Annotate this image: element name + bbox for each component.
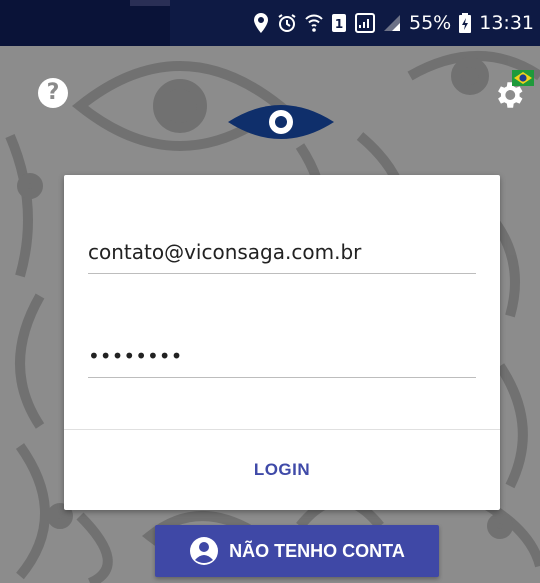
alarm-icon	[278, 14, 296, 32]
help-button[interactable]: ?	[38, 78, 68, 108]
battery-charging-icon	[459, 13, 472, 33]
no-account-button[interactable]: NÃO TENHO CONTA	[155, 525, 439, 577]
svg-text:1: 1	[335, 17, 343, 31]
no-account-label: NÃO TENHO CONTA	[229, 540, 405, 561]
password-field[interactable]	[88, 335, 476, 377]
status-bar-left	[0, 0, 170, 46]
status-bar: 1 55% 13:31	[0, 0, 540, 46]
email-field-container	[88, 231, 476, 274]
wifi-icon	[305, 14, 323, 32]
help-icon: ?	[46, 80, 60, 105]
signal-strength-icon	[384, 15, 400, 31]
sim-icon: 1	[332, 14, 346, 32]
clock: 13:31	[479, 12, 534, 34]
login-button[interactable]: LOGIN	[64, 430, 500, 510]
battery-percent: 55%	[409, 12, 452, 34]
password-field-container	[88, 335, 476, 378]
signal-box-icon	[355, 13, 375, 33]
account-circle-icon	[190, 537, 219, 565]
status-icons: 1 55% 13:31	[253, 0, 534, 46]
brazil-flag-icon[interactable]	[512, 70, 534, 86]
location-icon	[254, 13, 268, 33]
eye-logo-icon	[228, 105, 334, 139]
login-card: LOGIN	[64, 175, 500, 510]
email-field[interactable]	[88, 231, 476, 273]
